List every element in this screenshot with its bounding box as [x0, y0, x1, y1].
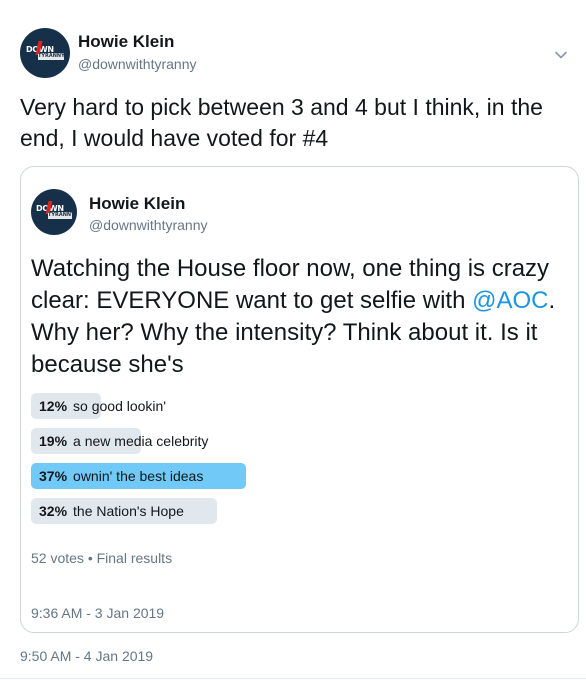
divider	[0, 678, 586, 679]
poll-option-label: 19% a new media celebrity	[39, 433, 208, 449]
poll-results-meta: 52 votes • Final results	[31, 550, 173, 566]
quoted-avatar[interactable]: DOWN TYRANNY	[31, 189, 77, 235]
author-handle[interactable]: @downwithtyranny	[78, 56, 197, 72]
avatar-logo-subtext: TYRANNY	[38, 53, 64, 60]
poll-option: 37% ownin' the best ideas	[31, 463, 561, 489]
quoted-timestamp[interactable]: 9:36 AM - 3 Jan 2019	[31, 605, 164, 621]
poll: 12% so good lookin' 19% a new media celebr…	[31, 393, 561, 533]
avatar[interactable]: DOWN TYRANNY	[20, 28, 70, 78]
poll-choice: ownin' the best ideas	[73, 468, 204, 484]
quoted-tweet-text: Watching the House floor now, one thing …	[31, 253, 576, 381]
chevron-down-icon[interactable]	[554, 48, 568, 62]
quoted-author-name[interactable]: Howie Klein	[89, 194, 185, 214]
quoted-author-handle[interactable]: @downwithtyranny	[89, 217, 208, 233]
author-name[interactable]: Howie Klein	[78, 32, 174, 52]
poll-option-label: 12% so good lookin'	[39, 398, 166, 414]
poll-choice: the Nation's Hope	[73, 503, 184, 519]
poll-option-label: 32% the Nation's Hope	[39, 503, 184, 519]
quoted-tweet[interactable]: DOWN TYRANNY Howie Klein @downwithtyrann…	[20, 166, 579, 633]
poll-choice: so good lookin'	[73, 398, 166, 414]
poll-percent: 19%	[39, 433, 68, 449]
poll-option: 12% so good lookin'	[31, 393, 561, 419]
tweet-text: Very hard to pick between 3 and 4 but I …	[20, 94, 543, 151]
avatar-logo-subtext: TYRANNY	[48, 212, 72, 219]
poll-choice: a new media celebrity	[73, 433, 209, 449]
mention-link[interactable]: @AOC	[472, 287, 548, 314]
tweet-timestamp[interactable]: 9:50 AM - 4 Jan 2019	[20, 648, 153, 664]
poll-option: 19% a new media celebrity	[31, 428, 561, 454]
tweet-header: DOWN TYRANNY Howie Klein @downwithtyrann…	[20, 26, 580, 80]
poll-option: 32% the Nation's Hope	[31, 498, 561, 524]
poll-percent: 32%	[39, 503, 68, 519]
poll-percent: 12%	[39, 398, 68, 414]
poll-percent: 37%	[39, 468, 68, 484]
poll-option-label: 37% ownin' the best ideas	[39, 468, 203, 484]
